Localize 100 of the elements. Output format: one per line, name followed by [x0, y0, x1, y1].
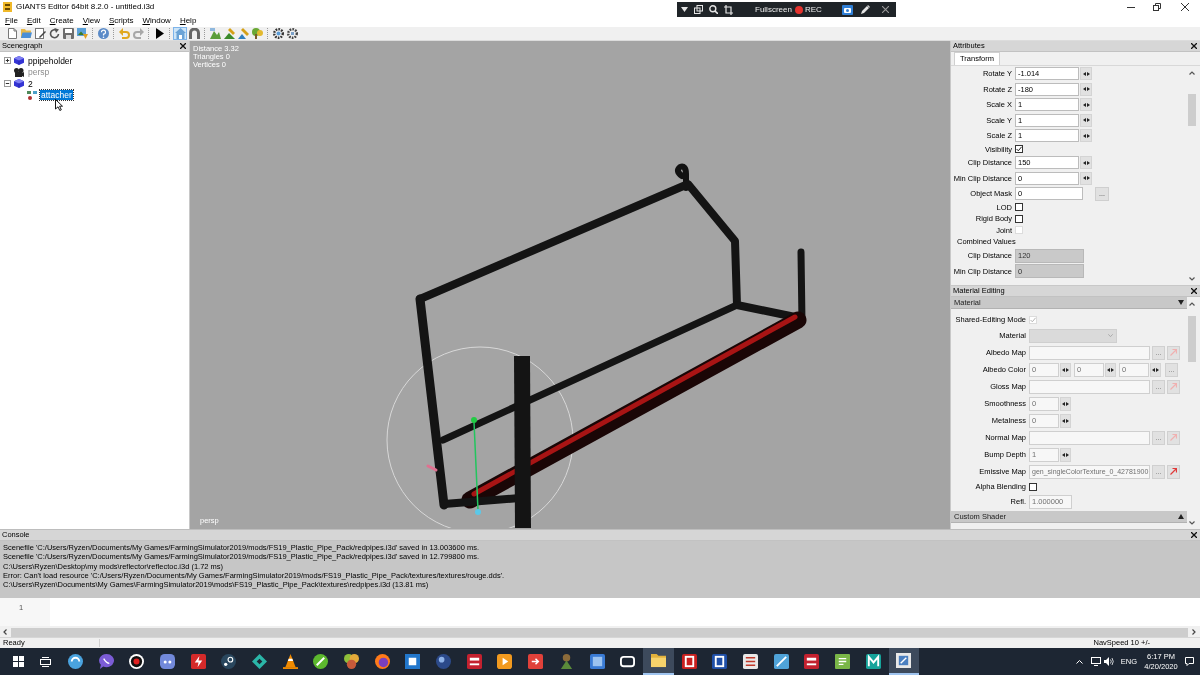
toolbar-button[interactable] [33, 27, 47, 40]
spinner-button[interactable] [1080, 156, 1092, 170]
tree-item[interactable]: persp [27, 67, 51, 78]
menu-item[interactable]: Help [176, 15, 200, 26]
record-button[interactable]: REC [794, 5, 822, 14]
toolbar-button[interactable] [285, 27, 299, 40]
spinner-arrows-icon [1062, 452, 1069, 457]
checkbox[interactable] [1015, 203, 1023, 212]
spinner-button[interactable] [1080, 171, 1092, 185]
sphere-icon [436, 654, 452, 669]
spinner-button[interactable] [1060, 396, 1071, 411]
undo-icon [118, 28, 130, 39]
reload-icon [48, 28, 60, 39]
spinner-button[interactable] [1060, 362, 1071, 377]
spinner-button[interactable] [1080, 82, 1092, 96]
collapse-icon[interactable] [4, 80, 11, 88]
overlapping-squares-icon[interactable] [694, 5, 703, 14]
speaker-icon[interactable] [1103, 657, 1114, 666]
cube-icon [14, 79, 24, 89]
close-button[interactable] [1189, 41, 1198, 51]
swirl-icon [67, 654, 83, 669]
play-icon [497, 654, 513, 669]
spinner-button[interactable] [1060, 413, 1071, 428]
checkbox[interactable] [1015, 214, 1023, 223]
toolbar-button[interactable] [47, 27, 61, 40]
spinner-arrows-icon [1152, 367, 1159, 372]
windows-logo-icon [12, 656, 24, 667]
spinner-arrows-icon [1082, 87, 1090, 92]
tree-item[interactable]: 2 [27, 78, 34, 89]
figure-icon [558, 654, 574, 669]
spinner-arrows-icon [1082, 133, 1090, 138]
taskbar-app[interactable] [888, 648, 920, 675]
toolbar-button[interactable] [271, 27, 285, 40]
menu-item[interactable]: Create [46, 15, 77, 26]
tree-item[interactable]: ppipeholder [27, 55, 74, 66]
spinner-button[interactable] [1080, 129, 1092, 143]
spinner-button[interactable] [1080, 98, 1092, 112]
gear-icon [286, 28, 298, 39]
spinner-arrows-icon [1062, 401, 1069, 406]
menu-item[interactable]: Edit [23, 15, 44, 26]
scrollbar-thumb[interactable] [1188, 94, 1196, 126]
close-button[interactable] [178, 41, 187, 51]
spinner-arrows-icon [1062, 418, 1069, 423]
chevron-down-icon [1189, 277, 1195, 281]
checkbox[interactable] [1015, 145, 1023, 154]
close-icon [1190, 43, 1197, 49]
list-icon [742, 654, 758, 669]
tile-icon [589, 654, 605, 669]
notification-icon[interactable] [1185, 657, 1194, 666]
menu-item[interactable]: Scripts [105, 15, 137, 26]
crop-frame-icon[interactable] [724, 4, 733, 15]
spinner-button[interactable] [1150, 362, 1161, 377]
close-icon [1181, 3, 1189, 11]
goggles-icon [620, 654, 636, 669]
clear-button[interactable] [1167, 464, 1180, 479]
menu-item[interactable]: View [79, 15, 103, 26]
caret-down-icon[interactable] [681, 7, 688, 12]
chevron-up-icon[interactable] [1075, 659, 1083, 664]
window-icon [405, 654, 421, 669]
spinner-button[interactable] [1080, 67, 1092, 81]
scrollbar-thumb[interactable] [1188, 316, 1196, 362]
folder-icon [20, 28, 32, 39]
spinner-button[interactable] [1060, 447, 1071, 462]
close-button[interactable] [1189, 530, 1198, 540]
minimize-icon [1127, 6, 1135, 8]
document-icon [835, 654, 851, 669]
gear-icon [272, 28, 284, 39]
search-icon[interactable] [709, 5, 718, 14]
horizontal-scrollbar[interactable] [0, 626, 1200, 638]
tree-item[interactable]: attacher [40, 90, 73, 101]
traffic-cone-icon [282, 654, 298, 669]
close-icon [179, 43, 186, 49]
camera-icon[interactable] [841, 4, 853, 15]
taskbar-app[interactable] [643, 648, 674, 675]
tile-icon [773, 654, 789, 669]
spinner-button[interactable] [1105, 362, 1116, 377]
restore-icon [1153, 3, 1161, 11]
cube-icon [14, 56, 24, 66]
close-icon[interactable] [881, 6, 889, 13]
chevron-up-icon [1189, 71, 1195, 75]
document-icon [896, 653, 912, 668]
gamepad-icon [159, 654, 175, 669]
camera-icon [14, 67, 24, 77]
chevron-down-icon [1108, 334, 1113, 337]
network-icon[interactable] [1090, 657, 1101, 666]
flower-icon [344, 654, 360, 669]
menu-item[interactable]: File [2, 15, 21, 26]
terrain-icon [209, 28, 221, 39]
striped-circle-icon [313, 654, 329, 669]
close-button[interactable] [1189, 286, 1198, 296]
fullscreen-mode-button[interactable]: Fullscreen [755, 5, 792, 14]
diagonal-arrow-icon [1170, 349, 1177, 356]
pencil-icon[interactable] [860, 5, 870, 14]
menu-item[interactable]: Window [139, 15, 174, 26]
scrollbar-thumb[interactable] [11, 627, 1188, 637]
spinner-button[interactable] [1080, 113, 1092, 127]
record-dot-icon [794, 5, 803, 14]
expand-icon[interactable] [4, 57, 11, 65]
app-logo-icon [3, 2, 12, 12]
chevron-up-icon [1189, 302, 1195, 306]
